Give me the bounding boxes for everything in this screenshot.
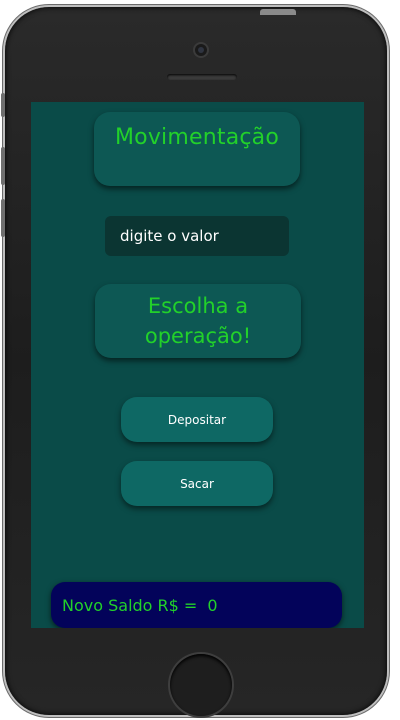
app-screen: Movimentação Escolha a operação! Deposit… <box>31 102 364 628</box>
operation-prompt-line2: operação! <box>144 324 252 348</box>
speaker-grille-icon <box>167 74 237 80</box>
operation-prompt: Escolha a operação! <box>145 291 251 351</box>
home-button-icon[interactable] <box>170 654 232 716</box>
front-camera-icon <box>195 44 207 56</box>
balance-value: 0 <box>207 595 218 615</box>
withdraw-button[interactable]: Sacar <box>121 461 273 506</box>
deposit-button[interactable]: Depositar <box>121 397 273 442</box>
operation-prompt-line1: Escolha a <box>147 294 249 318</box>
volume-up-button[interactable] <box>1 147 5 185</box>
amount-input[interactable] <box>105 216 289 256</box>
power-button[interactable] <box>260 9 296 15</box>
balance-bar: Novo Saldo R$ = 0 <box>51 582 342 628</box>
title-card: Movimentação <box>94 112 300 186</box>
operation-prompt-card: Escolha a operação! <box>95 284 301 358</box>
volume-down-button[interactable] <box>1 199 5 237</box>
balance-label: Novo Saldo R$ = <box>62 595 198 615</box>
mute-switch[interactable] <box>1 93 5 117</box>
page-title: Movimentação <box>114 125 280 150</box>
